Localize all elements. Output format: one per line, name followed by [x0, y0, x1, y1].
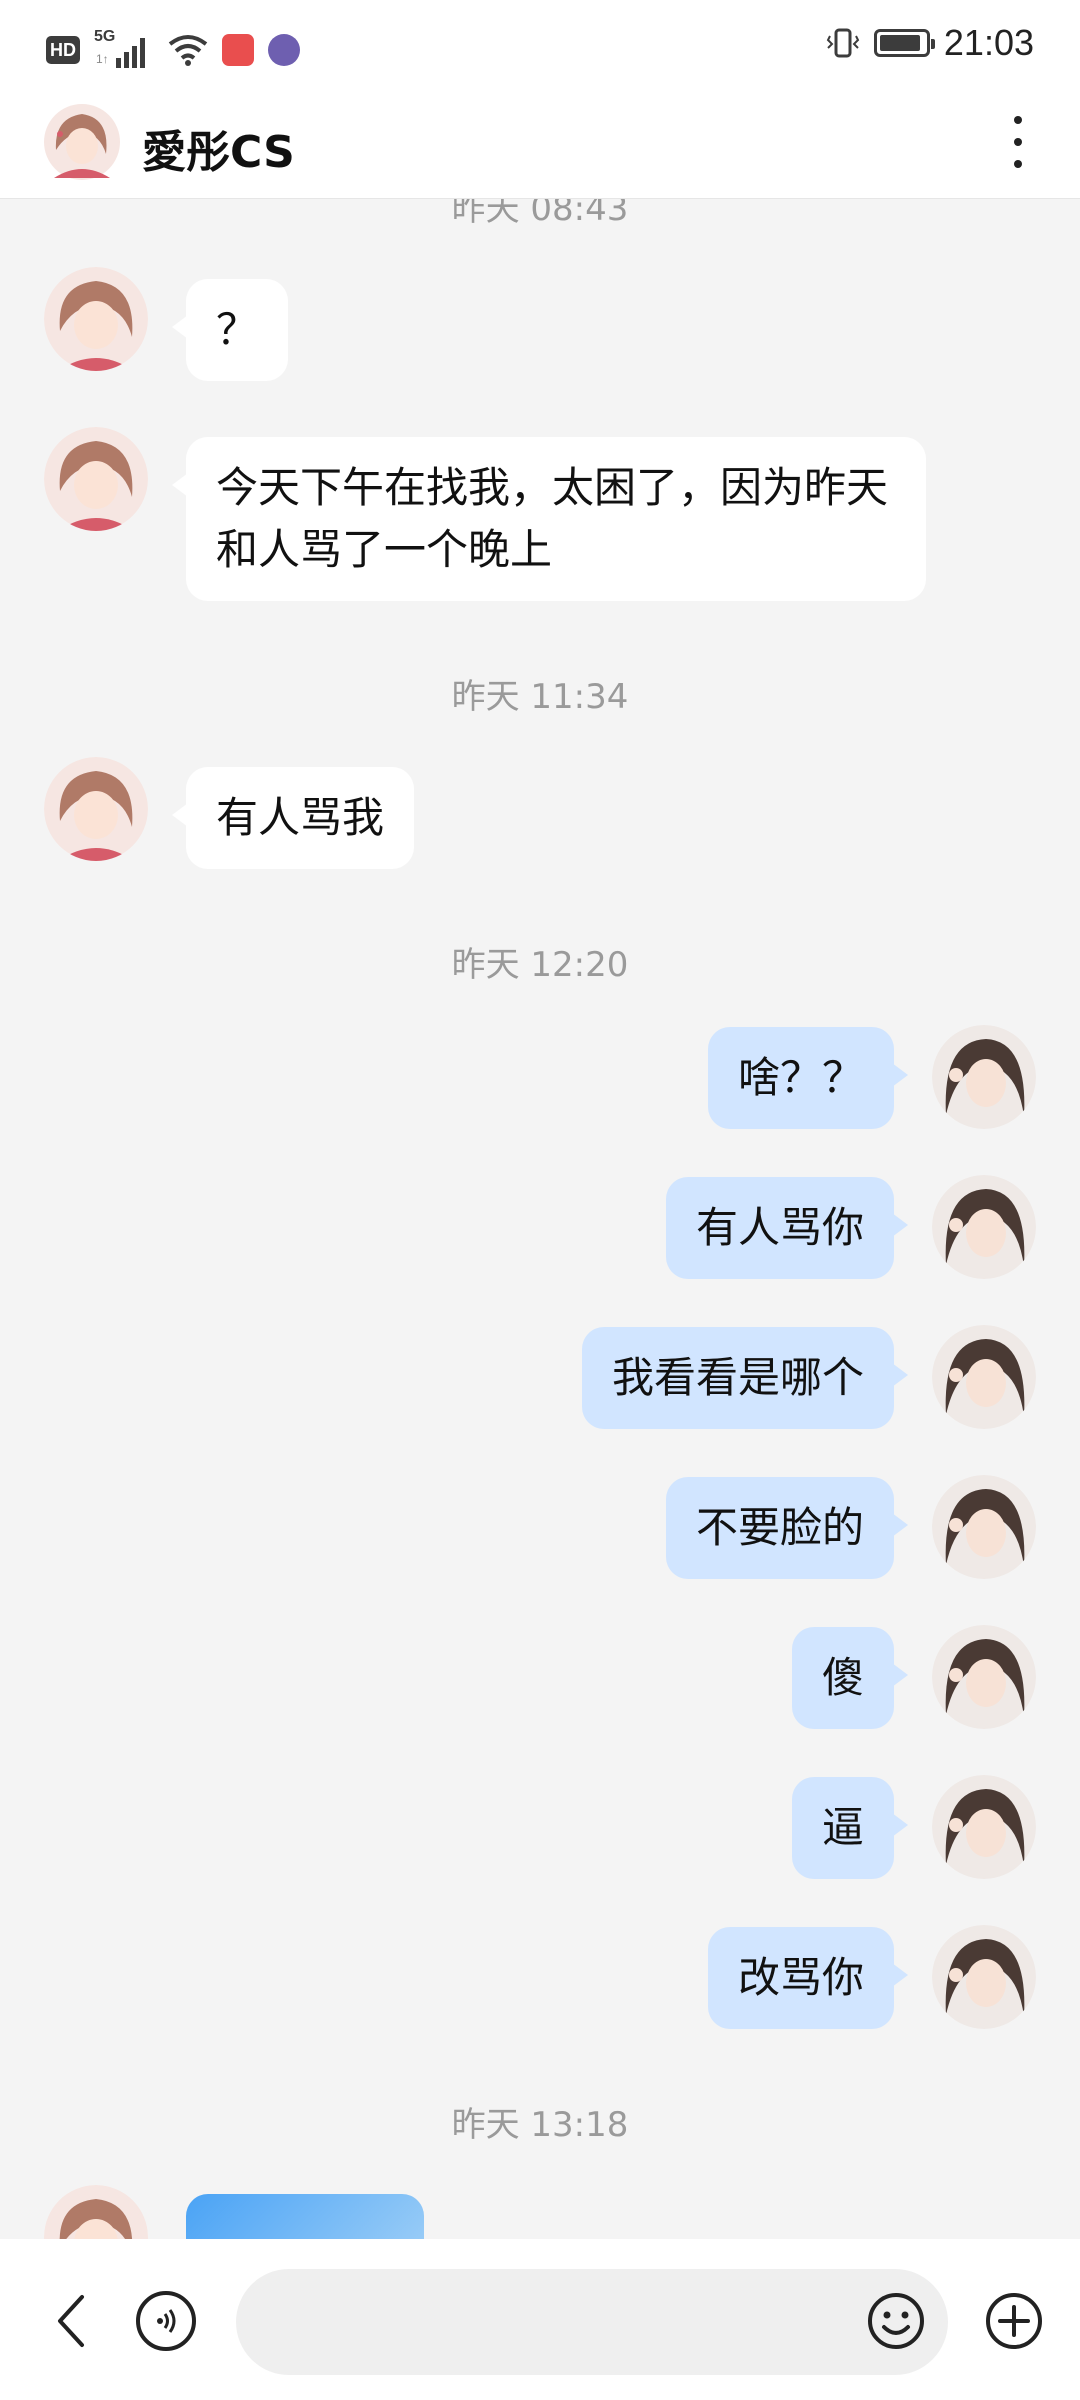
- status-right: 21:03: [826, 22, 1034, 64]
- timestamp: 昨天 08:43: [451, 199, 629, 229]
- network-type: 5G: [94, 28, 116, 45]
- message-bubble-incoming[interactable]: 今天下午在找我，太困了，因为昨天和人骂了一个晚上: [172, 437, 926, 601]
- chat-title: 愛彤CS: [142, 127, 295, 178]
- chat-header: 愛彤CS: [0, 96, 1080, 199]
- my-avatar[interactable]: [932, 1775, 1036, 1879]
- back-arrow-icon[interactable]: [50, 2291, 92, 2351]
- emoji-icon[interactable]: [866, 2291, 926, 2351]
- notification-app-icon: [268, 34, 300, 66]
- my-avatar[interactable]: [932, 1925, 1036, 2029]
- message-bubble-outgoing[interactable]: 啥？？: [707, 1027, 909, 1129]
- message-bubble-outgoing[interactable]: 改骂你: [707, 1927, 909, 2029]
- status-bar: HD 5G 1↑ 21:03: [0, 0, 1080, 96]
- message-bubble-outgoing[interactable]: 不要脸的: [665, 1477, 909, 1579]
- vibrate-icon: [826, 28, 860, 58]
- my-avatar[interactable]: [932, 1025, 1036, 1129]
- battery-icon: [873, 29, 935, 57]
- signal-bars-icon: [116, 36, 145, 68]
- my-avatar[interactable]: [932, 1475, 1036, 1579]
- message-bubble-outgoing[interactable]: 逼: [791, 1777, 909, 1879]
- contact-avatar[interactable]: [44, 757, 148, 861]
- input-bar: [0, 2239, 1080, 2400]
- plus-icon[interactable]: [984, 2291, 1044, 2351]
- timestamp: 昨天 11:34: [451, 677, 629, 717]
- message-input[interactable]: [236, 2269, 948, 2375]
- wifi-icon: [168, 35, 208, 66]
- my-avatar[interactable]: [932, 1625, 1036, 1729]
- contact-avatar[interactable]: [44, 2185, 148, 2239]
- contact-avatar[interactable]: [44, 104, 120, 180]
- clock: 21:03: [943, 22, 1034, 63]
- message-bubble-outgoing[interactable]: 有人骂你: [665, 1177, 909, 1279]
- message-list[interactable]: 昨天 08:43 ？ 今天下午在找我，太困了，因为昨天和人骂了一个晚上 昨天 1…: [0, 199, 1080, 2239]
- my-avatar[interactable]: [932, 1175, 1036, 1279]
- message-bubble-incoming[interactable]: 有人骂我: [171, 767, 415, 869]
- message-bubble-outgoing[interactable]: 我看看是哪个: [581, 1327, 909, 1429]
- contact-avatar[interactable]: [44, 267, 148, 371]
- status-left: HD 5G 1↑: [46, 28, 300, 70]
- book-app-icon: [222, 34, 254, 66]
- message-bubble-outgoing[interactable]: 傻: [791, 1627, 909, 1729]
- more-vertical-icon[interactable]: [998, 110, 1038, 174]
- timestamp: 昨天 12:20: [451, 945, 629, 985]
- contact-avatar[interactable]: [44, 427, 148, 531]
- timestamp: 昨天 13:18: [451, 2105, 629, 2145]
- image-message[interactable]: [186, 2194, 424, 2239]
- message-bubble-incoming[interactable]: ？: [171, 279, 289, 381]
- hd-badge: HD: [46, 36, 80, 64]
- my-avatar[interactable]: [932, 1325, 1036, 1429]
- signal-icon: 5G 1↑: [94, 28, 154, 70]
- battery-level: [879, 35, 920, 51]
- voice-icon[interactable]: [136, 2291, 196, 2351]
- network-activity: 1↑: [96, 52, 109, 66]
